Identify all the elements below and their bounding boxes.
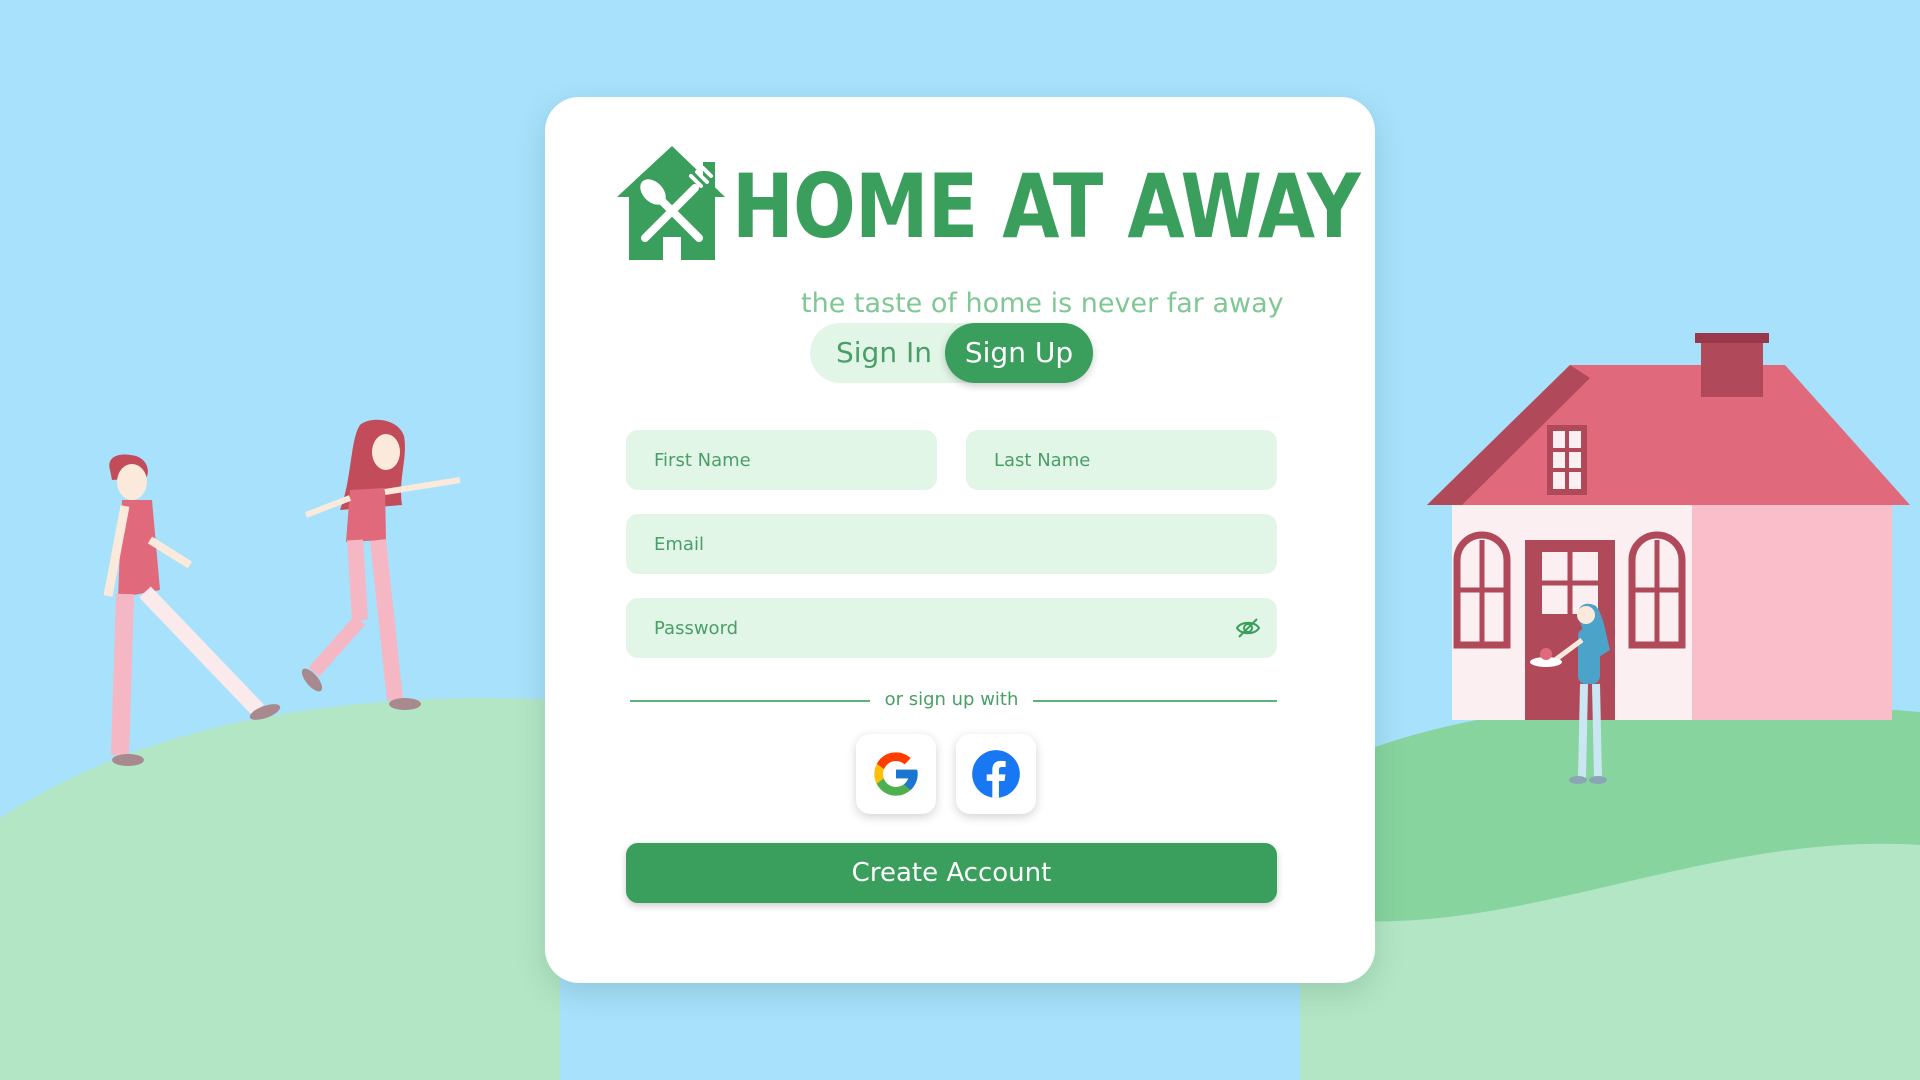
divider-label: or sign up with bbox=[884, 689, 1019, 710]
password-input[interactable] bbox=[626, 598, 1277, 658]
facebook-icon bbox=[972, 750, 1020, 798]
email-input[interactable] bbox=[626, 514, 1277, 574]
auth-mode-toggle: Sign In Sign Up bbox=[810, 323, 1093, 383]
brand-title: HOME AT AWAY bbox=[732, 155, 1361, 258]
brand-logo: HOME AT AWAY the taste of home is never … bbox=[607, 142, 1361, 319]
google-icon bbox=[874, 752, 918, 796]
first-name-input[interactable] bbox=[626, 430, 937, 490]
eye-slash-icon[interactable] bbox=[1234, 614, 1262, 642]
divider-line-right bbox=[1033, 700, 1277, 702]
tab-sign-up[interactable]: Sign Up bbox=[945, 323, 1093, 383]
google-signup-button[interactable] bbox=[856, 734, 936, 814]
social-divider: or sign up with bbox=[630, 687, 1277, 713]
house-utensils-icon bbox=[617, 146, 725, 260]
facebook-signup-button[interactable] bbox=[956, 734, 1036, 814]
tab-sign-in[interactable]: Sign In bbox=[810, 323, 958, 383]
divider-line-left bbox=[630, 700, 870, 702]
last-name-input[interactable] bbox=[966, 430, 1277, 490]
signup-card: HOME AT AWAY the taste of home is never … bbox=[545, 97, 1375, 983]
brand-tagline: the taste of home is never far away bbox=[801, 288, 1284, 319]
create-account-button[interactable]: Create Account bbox=[626, 843, 1277, 903]
